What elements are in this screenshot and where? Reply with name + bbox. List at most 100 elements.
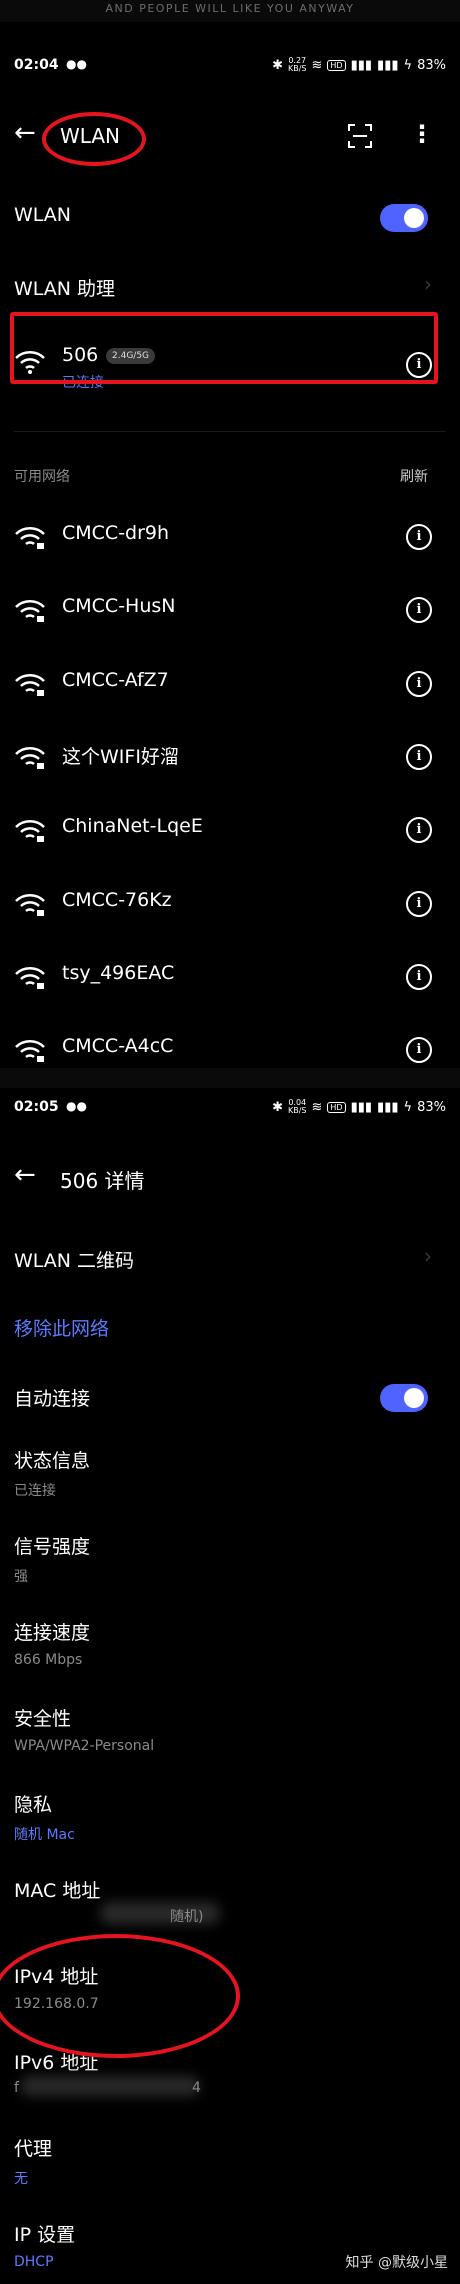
back-arrow-icon[interactable]: ← xyxy=(14,118,36,148)
hd-badge: HD xyxy=(327,59,346,71)
proxy-value: 无 xyxy=(14,2171,28,2187)
network-ssid: CMCC-dr9h xyxy=(62,522,170,544)
wlan-toggle-row[interactable]: WLAN xyxy=(0,192,460,244)
ip-settings-value: DHCP xyxy=(14,2254,54,2270)
network-ssid: 这个WIFI好溜 xyxy=(62,746,179,768)
info-icon[interactable]: i xyxy=(406,891,432,917)
network-list-item[interactable]: CMCC-dr9h i xyxy=(0,508,460,568)
network-list-item[interactable]: CMCC-HusN i xyxy=(0,581,460,641)
wifi-locked-icon xyxy=(15,894,45,916)
bluetooth-icon: ✱ xyxy=(272,57,283,73)
bluetooth-icon-2: ✱ xyxy=(272,1099,283,1115)
signal-icon: ▮▮▮ xyxy=(350,57,373,73)
info-icon[interactable]: i xyxy=(406,964,432,990)
wifi-locked-icon xyxy=(15,820,45,842)
signal-icon-2: ▮▮▮ xyxy=(377,57,399,73)
wifi-locked-icon xyxy=(15,1040,45,1062)
status-bar-2: 02:05 ●● ✱ 0.04 KB/S ≋ HD ▮▮▮ ▮▮▮ ϟ 83% xyxy=(0,1088,460,1128)
wifi-locked-icon xyxy=(15,747,45,769)
status-time-2: 02:05 xyxy=(14,1099,59,1115)
status-info-row[interactable]: 状态信息 已连接 xyxy=(0,1446,460,1510)
connection-speed-label: 连接速度 xyxy=(14,1622,91,1644)
mac-address-row[interactable]: MAC 地址 xyxy=(0,1876,460,1940)
signal-icon-4: ▮▮▮ xyxy=(377,1099,399,1115)
signal-strength-label: 信号强度 xyxy=(14,1536,91,1558)
scan-icon[interactable] xyxy=(346,122,374,150)
watermark: 知乎 @默级小星 xyxy=(345,2255,448,2271)
hd-badge-2: HD xyxy=(327,1101,346,1113)
network-ssid: CMCC-A4cC xyxy=(62,1035,174,1057)
chevron-right-icon-2: › xyxy=(424,1244,432,1268)
status-info-value: 已连接 xyxy=(14,1483,56,1499)
wifi-locked-icon xyxy=(15,527,45,549)
annotation-circle-title xyxy=(42,112,146,166)
screen-separator xyxy=(0,1068,460,1088)
network-list-item[interactable]: ChinaNet-LqeE i xyxy=(0,801,460,861)
security-value: WPA/WPA2-Personal xyxy=(14,1738,155,1754)
refresh-button[interactable]: 刷新 xyxy=(400,466,428,486)
connection-speed-value: 866 Mbps xyxy=(14,1652,83,1668)
network-list-item[interactable]: CMCC-76Kz i xyxy=(0,875,460,935)
divider xyxy=(14,431,446,432)
ip-settings-label: IP 设置 xyxy=(14,2224,76,2246)
proxy-label: 代理 xyxy=(14,2138,53,2160)
network-list-item[interactable]: CMCC-AfZ7 i xyxy=(0,655,460,715)
annotation-circle-ipv4 xyxy=(0,1934,240,2058)
signal-strength-row[interactable]: 信号强度强 xyxy=(0,1532,460,1596)
status-info-label: 状态信息 xyxy=(14,1450,91,1472)
signal-strength-value: 强 xyxy=(14,1569,28,1585)
forget-network-label[interactable]: 移除此网络 xyxy=(14,1314,109,1341)
wechat-icon-2: ●● xyxy=(66,1099,87,1113)
signal-icon-3: ▮▮▮ xyxy=(350,1099,373,1115)
connection-speed-row[interactable]: 连接速度 866 Mbps xyxy=(0,1618,460,1682)
wifi-locked-icon xyxy=(15,600,45,622)
info-icon[interactable]: i xyxy=(406,817,432,843)
mac-value-tail: 随机) xyxy=(170,1909,204,1925)
privacy-row[interactable]: 隐私 随机 Mac xyxy=(0,1790,460,1854)
wlan-toggle-switch[interactable] xyxy=(380,204,428,232)
wifi-locked-icon xyxy=(15,967,45,989)
info-icon[interactable]: i xyxy=(406,524,432,550)
auto-connect-row[interactable]: 自动连接 xyxy=(0,1374,460,1424)
network-ssid: CMCC-AfZ7 xyxy=(62,669,169,691)
network-ssid: tsy_496EAC xyxy=(62,962,175,984)
battery-level: 83% xyxy=(417,57,446,73)
wlan-label: WLAN xyxy=(14,204,72,226)
network-ssid: CMCC-76Kz xyxy=(62,889,172,911)
wifi-locked-icon xyxy=(15,674,45,696)
security-label: 安全性 xyxy=(14,1708,72,1730)
available-networks-header: 可用网络 xyxy=(14,469,70,485)
ipv6-value-head: f xyxy=(14,2080,19,2096)
network-ssid: CMCC-HusN xyxy=(62,595,176,617)
wifi-status-icon: ≋ xyxy=(311,57,323,73)
auto-connect-label: 自动连接 xyxy=(14,1388,91,1410)
network-list-item[interactable]: 这个WIFI好溜 i xyxy=(0,728,460,788)
forget-network-row[interactable]: 移除此网络 xyxy=(0,1306,460,1350)
network-ssid: ChinaNet-LqeE xyxy=(62,815,203,837)
more-menu-icon[interactable]: ⋮ xyxy=(410,120,434,148)
wechat-icon: ●● xyxy=(66,57,87,71)
auto-connect-toggle[interactable] xyxy=(380,1384,428,1412)
info-icon[interactable]: i xyxy=(406,1037,432,1063)
back-arrow-icon-2[interactable]: ← xyxy=(14,1160,36,1190)
qr-code-label: WLAN 二维码 xyxy=(14,1250,135,1272)
chevron-right-icon: › xyxy=(424,272,432,296)
wifi-status-icon-2: ≋ xyxy=(311,1099,323,1115)
charging-icon: ϟ xyxy=(403,57,413,73)
security-row[interactable]: 安全性 WPA/WPA2-Personal xyxy=(0,1704,460,1768)
battery-level-2: 83% xyxy=(417,1099,446,1115)
info-icon[interactable]: i xyxy=(406,671,432,697)
proxy-row[interactable]: 代理无 xyxy=(0,2134,460,2198)
network-list-item[interactable]: tsy_496EAC i xyxy=(0,948,460,1008)
charging-icon-2: ϟ xyxy=(403,1099,413,1115)
ipv6-value-tail: 4 xyxy=(192,2080,201,2096)
status-bar: 02:04 ●● ✱ 0.27 KB/S ≋ HD ▮▮▮ ▮▮▮ ϟ 83% xyxy=(0,46,460,86)
detail-title-bar: ← 506 详情 xyxy=(0,1150,460,1210)
privacy-label: 隐私 xyxy=(14,1794,53,1816)
annotation-box-connected xyxy=(10,312,438,384)
info-icon[interactable]: i xyxy=(406,744,432,770)
info-icon[interactable]: i xyxy=(406,597,432,623)
detail-title: 506 详情 xyxy=(60,1169,145,1193)
wlan-assistant-label: WLAN 助理 xyxy=(14,278,116,300)
qr-code-row[interactable]: WLAN 二维码 › xyxy=(0,1236,460,1286)
